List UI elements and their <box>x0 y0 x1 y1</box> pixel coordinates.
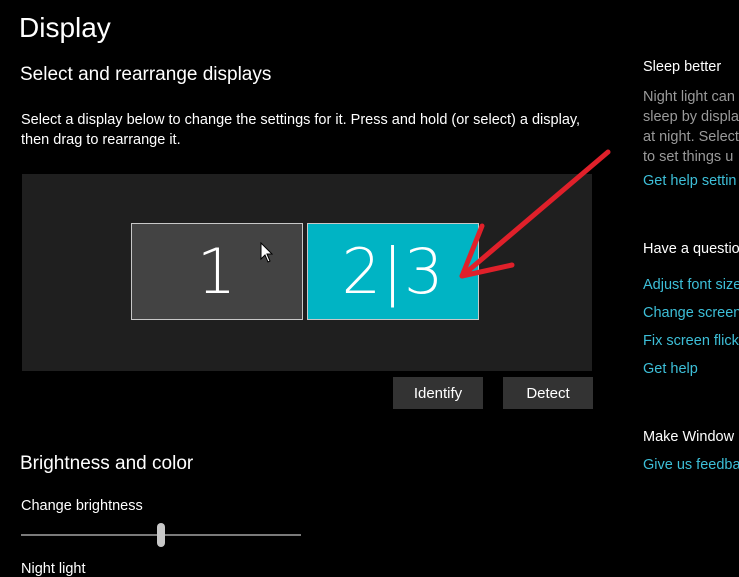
sidebar-link-fix-flicker[interactable]: Fix screen flick <box>643 333 739 349</box>
sidebar-sleep-text-line: Night light can <box>643 89 735 105</box>
monitor-2-3-label: 2|3 <box>341 235 445 308</box>
section-heading-brightness: Brightness and color <box>20 453 194 474</box>
night-light-label: Night light <box>21 561 86 577</box>
identify-button[interactable]: Identify <box>393 377 483 409</box>
brightness-slider-thumb[interactable] <box>157 523 165 547</box>
monitor-1[interactable]: 1 <box>131 223 303 320</box>
sidebar-sleep-text-line: at night. Select <box>643 129 739 145</box>
detect-button[interactable]: Detect <box>503 377 593 409</box>
sidebar-link-adjust-font[interactable]: Adjust font size <box>643 277 739 293</box>
monitor-1-label: 1 <box>196 235 238 308</box>
display-arrangement-area[interactable]: 1 2|3 <box>22 174 592 371</box>
page-title: Display <box>19 12 111 43</box>
sidebar-link-get-help-settings[interactable]: Get help settin <box>643 173 737 189</box>
sidebar-heading-make-windows: Make Window <box>643 429 735 445</box>
section-heading-arrange: Select and rearrange displays <box>20 64 272 85</box>
sidebar-heading-sleep-better: Sleep better <box>643 59 722 75</box>
arrange-description: Select a display below to change the set… <box>21 112 581 148</box>
mouse-cursor-icon <box>260 242 274 263</box>
sidebar-sleep-text: Night light can sleep by displa at night… <box>643 87 739 167</box>
monitor-2-3[interactable]: 2|3 <box>307 223 479 320</box>
sidebar-sleep-text-line: sleep by displa <box>643 109 739 125</box>
sidebar-link-feedback[interactable]: Give us feedba <box>643 457 739 473</box>
sidebar-link-get-help[interactable]: Get help <box>643 361 698 377</box>
sidebar-sleep-text-line: to set things u <box>643 149 734 165</box>
sidebar-heading-question: Have a questio <box>643 241 739 257</box>
brightness-slider-label: Change brightness <box>21 498 143 514</box>
sidebar-link-change-screen[interactable]: Change screen <box>643 305 739 321</box>
